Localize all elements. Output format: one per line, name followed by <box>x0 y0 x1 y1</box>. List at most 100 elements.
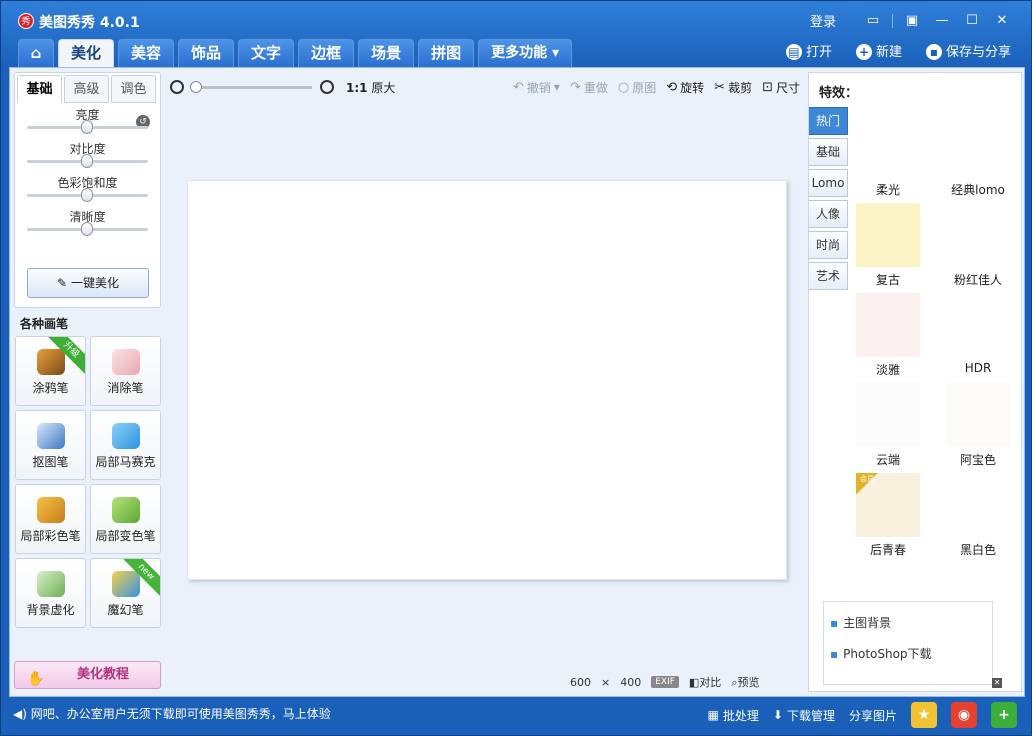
zoom-slider[interactable] <box>190 80 312 93</box>
sharpness-slider[interactable]: 清晰度 <box>25 205 150 239</box>
size-button[interactable]: ⊡ 尺寸 <box>762 79 800 96</box>
zoom-in-icon[interactable] <box>320 80 334 94</box>
one-key-beautify-button[interactable]: ✎ 一键美化 <box>27 268 149 298</box>
tab-beauty[interactable]: 美容 <box>118 39 175 67</box>
effect-item[interactable]: 经典lomo <box>939 113 1017 203</box>
brush-grid: 涂鸦笔 升级 消除笔 抠图笔 局部马赛克 局部彩色笔 局部变色笔 背景虚化 魔幻… <box>15 336 161 628</box>
effect-item[interactable]: HDR <box>939 293 1017 383</box>
ad-link[interactable]: ▪ PhotoShop下载 <box>830 645 992 662</box>
actual-size-button[interactable]: 1:1 原大 <box>346 79 395 96</box>
home-tab[interactable]: ⌂ <box>18 39 54 67</box>
original-button[interactable]: ○ 原图 <box>618 79 656 96</box>
brush-graffiti[interactable]: 涂鸦笔 升级 <box>15 336 86 406</box>
close-icon[interactable]: ✕ <box>987 12 1017 30</box>
zoom-out-icon[interactable] <box>170 80 184 94</box>
undo-button[interactable]: ↶ 撤销 ▾ <box>513 79 560 96</box>
home-icon: ⌂ <box>30 44 42 62</box>
zoom-knob[interactable] <box>190 80 202 93</box>
effect-thumbnail[interactable] <box>856 293 920 357</box>
rotate-button[interactable]: ⟲ 旋转 <box>666 79 704 96</box>
minimize-icon[interactable]: — <box>927 12 957 30</box>
effect-thumbnail[interactable] <box>946 293 1010 357</box>
open-button[interactable]: ▤ 打开 <box>785 41 832 60</box>
exif-button[interactable]: EXIF <box>651 676 679 688</box>
effect-item[interactable]: 淡雅 <box>849 293 927 383</box>
tab-beautify[interactable]: 美化 <box>58 39 115 67</box>
brush-color-change[interactable]: 局部变色笔 <box>90 484 161 554</box>
slider-knob[interactable] <box>81 154 93 168</box>
login-link[interactable]: 登录 <box>810 11 836 30</box>
brush-eraser[interactable]: 消除笔 <box>90 336 161 406</box>
batch-button[interactable]: ▦ 批处理 <box>708 707 759 724</box>
effect-item[interactable]: 柔光 <box>849 113 927 203</box>
effect-thumbnail[interactable] <box>946 113 1010 177</box>
maximize-icon[interactable]: ☐ <box>957 12 987 30</box>
vip-badge: 会员 <box>856 473 878 495</box>
category-fashion[interactable]: 时尚 <box>809 231 848 259</box>
slider-knob[interactable] <box>81 188 93 202</box>
new-button[interactable]: + 新建 <box>855 41 902 60</box>
tab-frame[interactable]: 边框 <box>298 39 355 67</box>
ad-close-icon[interactable]: ✕ <box>992 678 1002 688</box>
menu-icon[interactable]: ▣ <box>897 12 927 30</box>
tab-collage[interactable]: 拼图 <box>418 39 475 67</box>
preview-button[interactable]: ⌕预览 <box>731 674 759 690</box>
tab-scene[interactable]: 场景 <box>358 39 415 67</box>
category-hot[interactable]: 热门 <box>809 107 848 135</box>
tab-text[interactable]: 文字 <box>238 39 295 67</box>
download-manager-button[interactable]: ⬇ 下载管理 <box>773 707 835 724</box>
effect-thumbnail[interactable] <box>856 203 920 267</box>
brush-local-color[interactable]: 局部彩色笔 <box>15 484 86 554</box>
zoom-ratio: 1:1 <box>346 80 368 95</box>
weibo-icon[interactable]: ◉ <box>951 702 977 728</box>
category-portrait[interactable]: 人像 <box>809 200 848 228</box>
original-label: 原图 <box>632 80 657 95</box>
category-art[interactable]: 艺术 <box>809 262 848 290</box>
effect-item[interactable]: 黑白色 <box>939 473 1017 563</box>
category-lomo[interactable]: Lomo <box>809 169 848 197</box>
effect-thumbnail[interactable] <box>946 383 1010 447</box>
tutorial-button[interactable]: ✋ 美化教程 <box>14 661 161 689</box>
effect-thumbnail[interactable] <box>946 203 1010 267</box>
effect-item[interactable]: 会员 后青春 <box>849 473 927 563</box>
effect-grid: 柔光 经典lomo 复古 粉红佳人 淡雅 HDR 云端 阿宝色 会员 后青春 黑白… <box>849 113 1017 563</box>
chevron-down-icon[interactable]: ▾ <box>554 80 560 94</box>
effect-item[interactable]: 复古 <box>849 203 927 293</box>
plus-icon[interactable]: + <box>991 702 1017 728</box>
effect-thumbnail[interactable] <box>856 383 920 447</box>
title-bar: 秀 美图秀秀 4.0.1 登录 ▭ ▣ — ☐ ✕ <box>1 1 1031 37</box>
tab-accessories[interactable]: 饰品 <box>178 39 235 67</box>
ad-link[interactable]: ▪ 主图背景 <box>830 614 992 631</box>
plus-icon: + <box>855 44 872 60</box>
slider-knob[interactable] <box>81 222 93 236</box>
subtab-advanced[interactable]: 高级 <box>64 75 109 103</box>
slider-knob[interactable] <box>81 120 93 134</box>
brush-background-blur[interactable]: 背景虚化 <box>15 558 86 628</box>
status-bar: ◀) 网吧、办公室用户无须下载即可使用美图秀秀，马上体验 ▦ 批处理 ⬇ 下载管理 … <box>1 699 1031 735</box>
brightness-slider[interactable]: 亮度 <box>25 103 150 137</box>
saturation-slider[interactable]: 色彩饱和度 <box>25 171 150 205</box>
subtab-basic[interactable]: 基础 <box>17 75 62 103</box>
effect-item[interactable]: 云端 <box>849 383 927 473</box>
effect-item[interactable]: 阿宝色 <box>939 383 1017 473</box>
brush-label: 局部马赛克 <box>95 455 156 469</box>
brush-magic[interactable]: 魔幻笔 new <box>90 558 161 628</box>
effect-thumbnail[interactable] <box>946 473 1010 537</box>
status-message[interactable]: ◀) 网吧、办公室用户无须下载即可使用美图秀秀，马上体验 <box>13 705 331 722</box>
redo-button[interactable]: ↷ 重做 <box>570 79 608 96</box>
brush-mosaic[interactable]: 局部马赛克 <box>90 410 161 480</box>
share-button[interactable]: 分享图片 <box>849 707 897 724</box>
subtab-color[interactable]: 调色 <box>111 75 156 103</box>
compare-button[interactable]: ◧对比 <box>689 674 721 690</box>
crop-button[interactable]: ✂ 裁剪 <box>714 79 752 96</box>
image-canvas[interactable] <box>187 180 787 580</box>
star-icon[interactable]: ★ <box>911 702 937 728</box>
effect-item[interactable]: 粉红佳人 <box>939 203 1017 293</box>
tab-more[interactable]: 更多功能 ▾ <box>478 39 573 67</box>
effect-thumbnail[interactable] <box>856 113 920 177</box>
save-share-button[interactable]: ▪ 保存与分享 <box>925 41 1011 60</box>
contrast-slider[interactable]: 对比度 <box>25 137 150 171</box>
category-basic[interactable]: 基础 <box>809 138 848 166</box>
brush-cutout[interactable]: 抠图笔 <box>15 410 86 480</box>
message-icon[interactable]: ▭ <box>858 12 888 30</box>
